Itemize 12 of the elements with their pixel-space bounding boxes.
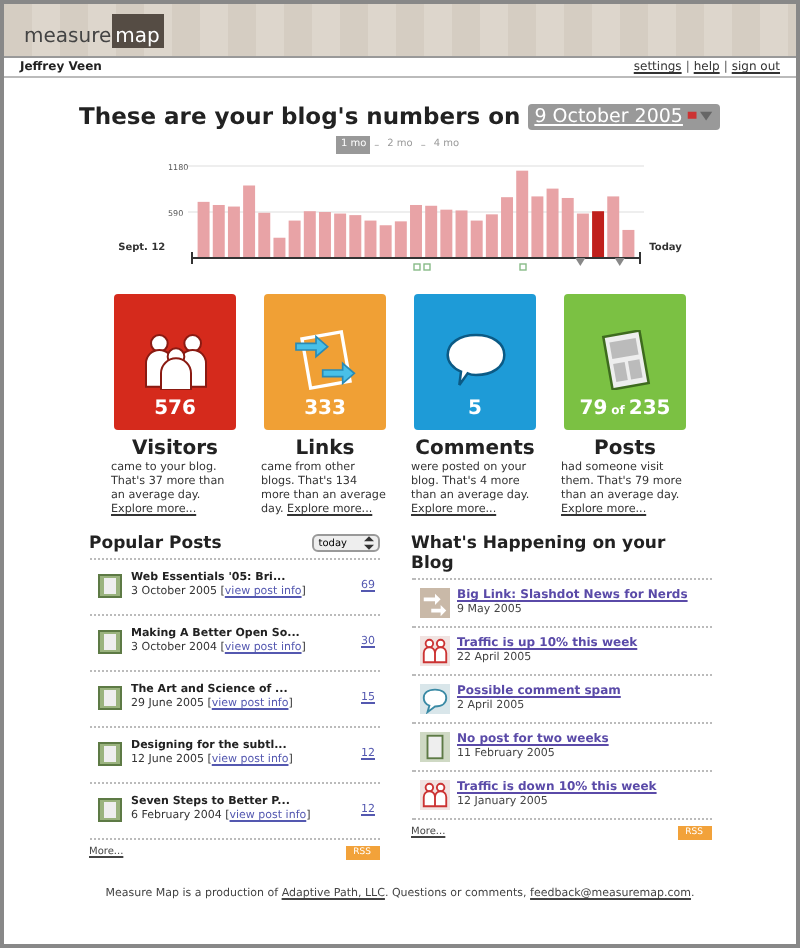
- page-heading: These are your blog's numbers on: [79, 102, 521, 130]
- section-title: Popular Posts: [89, 533, 222, 554]
- stat-label: Visitors: [132, 438, 218, 460]
- section-title: What's Happening on your Blog: [411, 533, 668, 574]
- stat-tile[interactable]: 576: [114, 294, 236, 430]
- logo[interactable]: measure map: [24, 13, 164, 47]
- stat-count: 333: [304, 398, 346, 420]
- stat-label: Links: [295, 438, 355, 460]
- stat-label: Posts: [594, 438, 656, 460]
- stat-label: Comments: [415, 438, 535, 460]
- stat-count: 5: [468, 398, 482, 420]
- stat-count: 576: [154, 398, 196, 420]
